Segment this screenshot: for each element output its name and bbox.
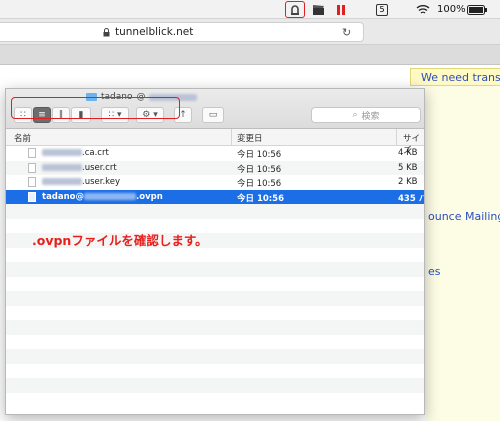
column-divider[interactable] [231,129,232,146]
webpage-link[interactable]: es [428,265,441,278]
file-name: .user.crt [82,162,117,173]
file-size: 2 KB [398,177,418,187]
file-row[interactable]: .user.key 今日 10:56 2 KB [6,175,424,190]
finder-window: tadano @ ∷ ≡ ‖ ▮ ∷ ▾ ⚙ ▾ ↑ ▭ ⌕ 検索 名前 変更日 … [5,88,425,415]
search-placeholder: 検索 [361,111,380,122]
file-name-prefix: tadano@ [42,191,85,202]
translation-banner[interactable]: We need transl [410,68,500,86]
wifi-icon[interactable] [415,2,431,17]
tab-strip [0,45,500,65]
reload-icon[interactable]: ↻ [342,26,351,39]
address-bar[interactable]: tunnelblick.net ↻ [0,22,364,42]
ovpn-highlight-box [11,97,180,119]
webpage-sidebar [425,85,500,421]
file-icon [28,177,36,187]
empty-row [6,248,424,263]
file-list: .ca.crt 今日 10:56 4 KB .user.crt 今日 10:56… [6,146,424,408]
column-divider[interactable] [396,129,397,146]
file-row[interactable]: .user.crt 今日 10:56 5 KB [6,160,424,175]
empty-row [6,320,424,335]
empty-row [6,277,424,292]
redacted-host [42,178,82,185]
empty-row [6,306,424,321]
battery-icon[interactable] [466,2,488,17]
url-text: tunnelblick.net [115,26,194,38]
empty-row [6,378,424,393]
search-icon: ⌕ [352,110,358,120]
redacted-host [42,149,82,156]
empty-row [6,364,424,379]
browser-toolbar: tunnelblick.net ↻ [0,19,500,45]
file-name: .user.key [82,177,121,187]
empty-row [6,335,424,350]
battery-percent: 100% [437,4,466,15]
menu-bar: 5 100% [0,0,500,19]
search-field[interactable]: ⌕ 検索 [311,107,421,123]
file-size: 435 バイト [398,193,424,204]
empty-row [6,204,424,219]
calendar-badge-icon[interactable]: 5 [375,2,389,17]
redacted-host [84,192,137,200]
file-name: .ca.crt [82,148,109,158]
pause-icon[interactable] [334,2,348,17]
file-date: 今日 10:56 [237,164,282,175]
file-icon [28,148,36,158]
empty-row [6,349,424,364]
empty-row [6,262,424,277]
file-date: 今日 10:56 [237,193,285,204]
ovpn-file-icon [28,191,36,202]
file-date: 今日 10:56 [237,179,282,189]
mailing-list-link[interactable]: ounce Mailing l [428,210,500,223]
calendar-badge: 5 [376,3,388,16]
tag-button[interactable]: ▭ [202,107,224,123]
file-date: 今日 10:56 [237,150,282,160]
file-row[interactable]: .ca.crt 今日 10:56 4 KB [6,146,424,161]
annotation-text: .ovpnファイルを確認します。 [32,233,208,248]
file-icon [28,162,36,173]
empty-row [6,393,424,408]
tunnelblick-menu-icon[interactable] [285,1,305,18]
file-size: 4 KB [398,148,418,158]
clapper-icon[interactable] [310,2,326,17]
file-row-selected[interactable]: tadano@ .ovpn 今日 10:56 435 バイト [6,189,424,204]
file-size: 5 KB [398,162,418,173]
redacted-host [42,163,82,171]
empty-row [6,291,424,306]
lock-icon [103,28,110,37]
column-name[interactable]: 名前 [14,132,31,144]
column-date[interactable]: 変更日 [237,132,263,144]
column-header: 名前 変更日 サイズ [6,129,424,156]
file-name: .ovpn [136,191,163,202]
